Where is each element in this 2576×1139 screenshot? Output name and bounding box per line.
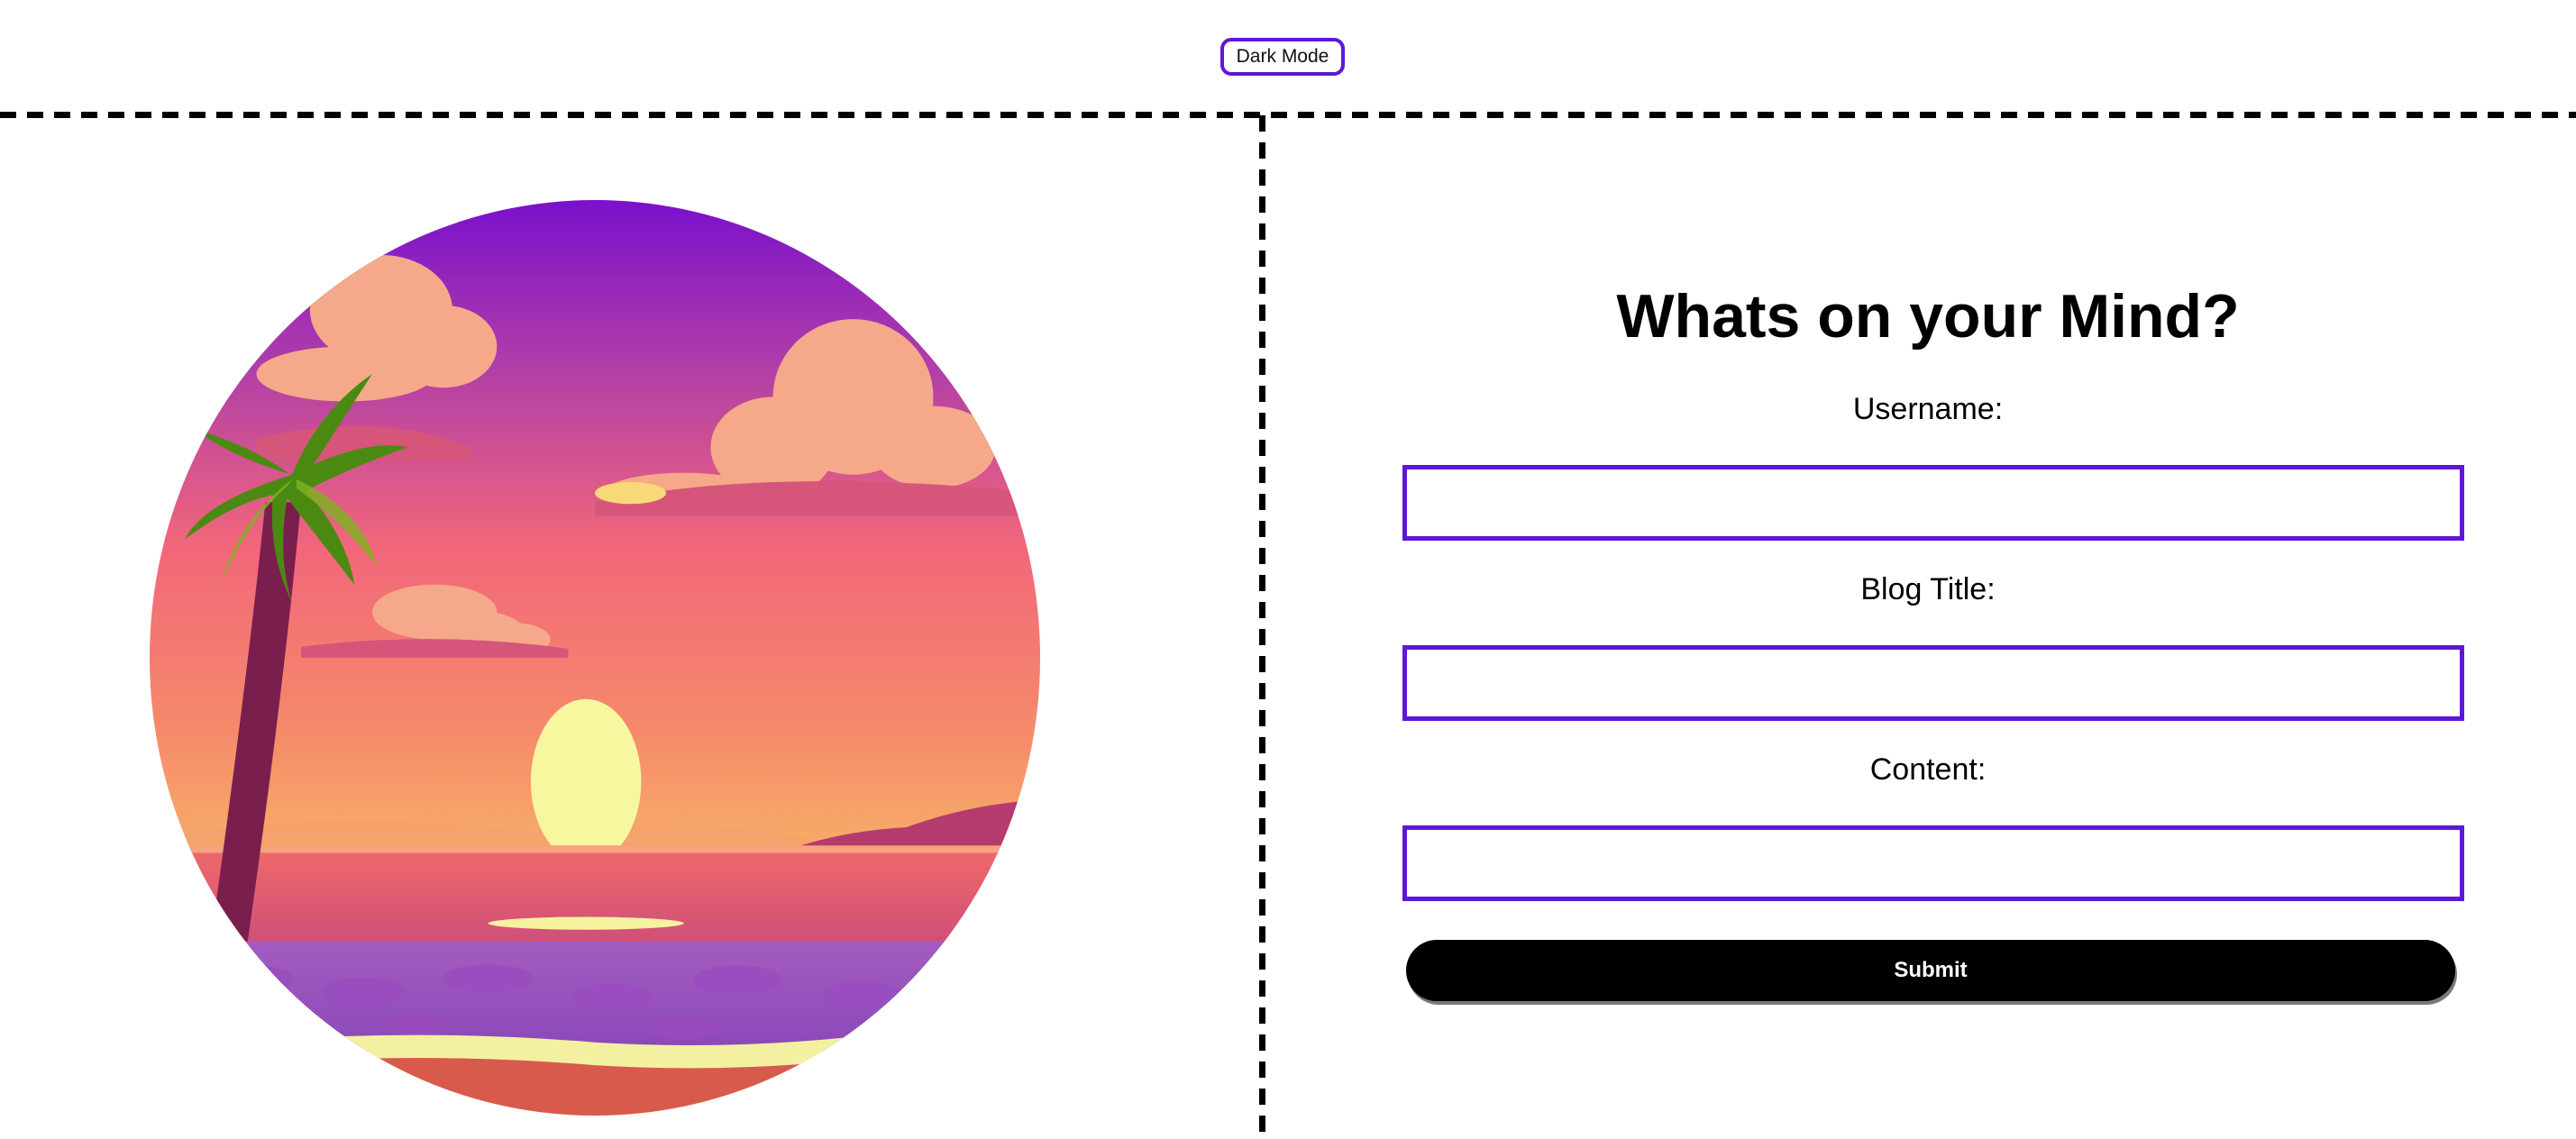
submit-button[interactable]: Submit [1406, 940, 2455, 1001]
blog-title-input[interactable] [1402, 645, 2464, 721]
blog-title-label: Blog Title: [1860, 572, 1996, 606]
username-label: Username: [1852, 392, 2004, 426]
sunset-beach-image [150, 200, 1040, 1116]
top-bar: Dark Mode [0, 0, 2576, 115]
content-input[interactable] [1402, 825, 2464, 901]
content-label: Content: [1869, 752, 1987, 787]
dark-mode-button[interactable]: Dark Mode [1220, 38, 1345, 76]
username-input[interactable] [1402, 465, 2464, 541]
form-title: Whats on your Mind? [1616, 282, 2240, 351]
vertical-divider [1259, 115, 1265, 1139]
blog-form: Whats on your Mind? Username: Blog Title… [1265, 115, 2576, 1139]
